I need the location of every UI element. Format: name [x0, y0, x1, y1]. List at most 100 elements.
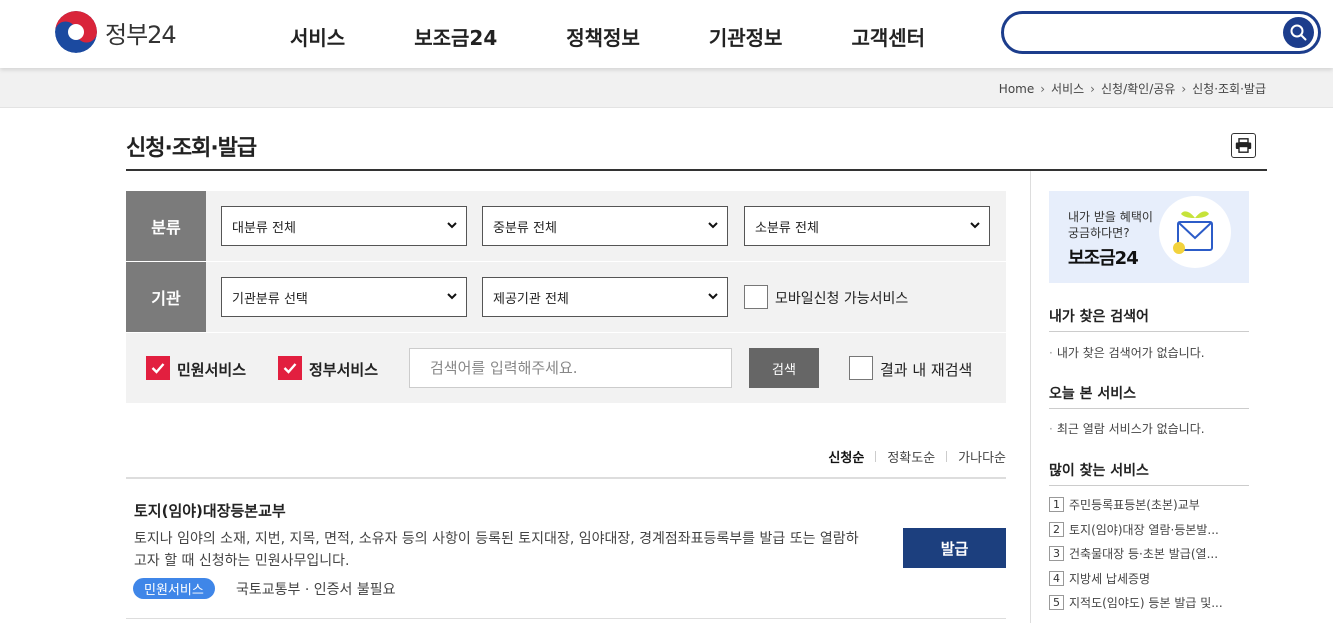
sidebar-rule	[1049, 331, 1249, 332]
viewed-today-empty: · 최근 열람 서비스가 없습니다.	[1049, 420, 1205, 437]
civil-service-badge: 민원서비스	[133, 578, 215, 599]
nav-policy-info[interactable]: 정책정보	[566, 22, 640, 51]
breadcrumb-home[interactable]: Home	[999, 82, 1034, 96]
popular-service-item[interactable]: 3 건축물대장 등·초본 발급(열...	[1049, 545, 1249, 562]
result-title-link[interactable]: 토지(임야)대장등본교부	[134, 500, 286, 521]
search-filter-panel: 분류 기관 대분류 전체 중분류 전체 소분류 전체 기관분류 선택 제공기관 …	[126, 191, 1006, 403]
banner-copy: 내가 받을 혜택이 궁금하다면?	[1068, 209, 1168, 241]
my-searches-heading: 내가 찾은 검색어	[1049, 309, 1149, 325]
chevron-down-icon	[708, 293, 718, 300]
popular-service-text: 토지(임야)대장 열람·등본발...	[1069, 523, 1219, 537]
banner-line-2: 궁금하다면?	[1068, 226, 1130, 240]
chevron-down-icon	[708, 222, 718, 229]
rank-number: 2	[1049, 522, 1064, 537]
research-in-results-checkbox[interactable]	[849, 356, 873, 380]
agency-type-value: 기관분류 선택	[232, 291, 308, 307]
minor-category-select[interactable]: 소분류 전체	[744, 206, 990, 246]
taegeuk-logo-icon	[55, 11, 97, 53]
rank-number: 5	[1049, 595, 1064, 610]
search-icon	[1290, 24, 1307, 41]
middle-category-select[interactable]: 중분류 전체	[482, 206, 728, 246]
logo-text: 정부24	[105, 20, 177, 49]
keyword-search-input[interactable]	[409, 348, 732, 388]
popular-service-text: 건축물대장 등·초본 발급(열...	[1069, 547, 1219, 561]
nav-services[interactable]: 서비스	[290, 22, 345, 51]
site-header: 정부24 서비스 보조금24 정책정보 기관정보 고객센터	[0, 0, 1333, 68]
printer-icon	[1235, 138, 1252, 153]
subsidy24-banner[interactable]: 내가 받을 혜택이 궁금하다면? 보조금24	[1049, 191, 1249, 283]
sidebar-rule	[1049, 485, 1249, 486]
header-search-button[interactable]	[1283, 17, 1314, 48]
gov-service-label[interactable]: 정부서비스	[309, 359, 378, 380]
banner-title: 보조금24	[1068, 248, 1139, 269]
header-search-input[interactable]	[1020, 22, 1270, 44]
breadcrumb-services[interactable]: 서비스	[1051, 80, 1084, 97]
research-in-results-label[interactable]: 결과 내 재검색	[880, 359, 972, 380]
popular-service-text: 주민등록표등본(초본)교부	[1069, 498, 1200, 512]
breadcrumb-current[interactable]: 신청·조회·발급	[1192, 80, 1266, 97]
main-nav: 서비스 보조금24 정책정보 기관정보 고객센터	[290, 22, 994, 51]
nav-subsidy24[interactable]: 보조금24	[414, 22, 497, 51]
breadcrumb-apply-confirm-share[interactable]: 신청/확인/공유	[1101, 80, 1175, 97]
sort-options: 신청순 정확도순 가나다순	[828, 447, 1006, 466]
chevron-right-icon: ›	[1181, 81, 1187, 96]
title-divider	[126, 169, 1267, 171]
filter-row-divider	[126, 261, 1006, 262]
mobile-service-checkbox[interactable]	[744, 285, 768, 309]
bullet-icon: ·	[1049, 346, 1053, 360]
sort-by-alphabetical[interactable]: 가나다순	[958, 447, 1006, 466]
issue-button[interactable]: 발급	[903, 528, 1006, 568]
chevron-right-icon: ›	[1040, 81, 1046, 96]
nav-customer-center[interactable]: 고객센터	[851, 22, 925, 51]
chevron-down-icon	[447, 293, 457, 300]
nav-agency-info[interactable]: 기관정보	[709, 22, 783, 51]
agency-label: 기관	[126, 262, 206, 332]
major-category-select[interactable]: 대분류 전체	[221, 206, 467, 246]
filter-row-divider	[126, 332, 1006, 333]
viewed-today-empty-text: 최근 열람 서비스가 없습니다.	[1056, 422, 1205, 436]
sort-divider	[875, 451, 877, 462]
sort-divider	[946, 451, 948, 462]
sort-by-accuracy[interactable]: 정확도순	[887, 447, 935, 466]
result-meta: 국토교통부 · 인증서 불필요	[236, 582, 396, 598]
result-divider	[126, 618, 1006, 619]
page-title: 신청·조회·발급	[126, 136, 257, 161]
breadcrumb-band: Home › 서비스 › 신청/확인/공유 › 신청·조회·발급	[0, 68, 1333, 108]
check-icon	[151, 363, 165, 374]
gift-box-icon	[1159, 196, 1231, 268]
minor-category-value: 소분류 전체	[755, 220, 819, 236]
popular-service-item[interactable]: 5 지적도(임야도) 등본 발급 및...	[1049, 594, 1249, 611]
popular-service-text: 지방세 납세증명	[1069, 572, 1151, 586]
category-label: 분류	[126, 191, 206, 261]
provider-agency-value: 제공기관 전체	[493, 291, 569, 307]
print-button[interactable]	[1231, 133, 1256, 158]
sidebar-rule	[1049, 408, 1249, 409]
agency-type-select[interactable]: 기관분류 선택	[221, 277, 467, 317]
check-icon	[283, 363, 297, 374]
provider-agency-select[interactable]: 제공기관 전체	[482, 277, 728, 317]
popular-service-text: 지적도(임야도) 등본 발급 및...	[1069, 596, 1223, 610]
search-submit-button[interactable]: 검색	[749, 348, 819, 388]
civil-service-checkbox[interactable]	[146, 356, 170, 380]
banner-line-1: 내가 받을 혜택이	[1068, 210, 1153, 224]
my-searches-empty-text: 내가 찾은 검색어가 없습니다.	[1056, 346, 1205, 360]
popular-services-heading: 많이 찾는 서비스	[1049, 463, 1149, 479]
rank-number: 1	[1049, 497, 1064, 512]
result-description: 토지나 임야의 소재, 지번, 지목, 면적, 소유자 등의 사항이 등록된 토…	[134, 531, 859, 569]
breadcrumb: Home › 서비스 › 신청/확인/공유 › 신청·조회·발급	[999, 80, 1266, 97]
sidebar-divider	[1030, 171, 1031, 623]
gov-service-checkbox[interactable]	[278, 356, 302, 380]
civil-service-label[interactable]: 민원서비스	[177, 359, 246, 380]
gov24-logo[interactable]: 정부24	[55, 11, 177, 53]
mobile-service-label[interactable]: 모바일신청 가능서비스	[775, 288, 908, 308]
sort-by-applications[interactable]: 신청순	[828, 447, 864, 466]
major-category-value: 대분류 전체	[232, 220, 296, 236]
popular-service-item[interactable]: 4 지방세 납세증명	[1049, 570, 1249, 587]
chevron-down-icon	[447, 222, 457, 229]
popular-service-item[interactable]: 1 주민등록표등본(초본)교부	[1049, 496, 1249, 513]
header-search	[1001, 11, 1321, 54]
popular-service-item[interactable]: 2 토지(임야)대장 열람·등본발...	[1049, 521, 1249, 538]
chevron-right-icon: ›	[1090, 81, 1095, 96]
viewed-today-heading: 오늘 본 서비스	[1049, 386, 1137, 402]
bullet-icon: ·	[1049, 422, 1053, 436]
